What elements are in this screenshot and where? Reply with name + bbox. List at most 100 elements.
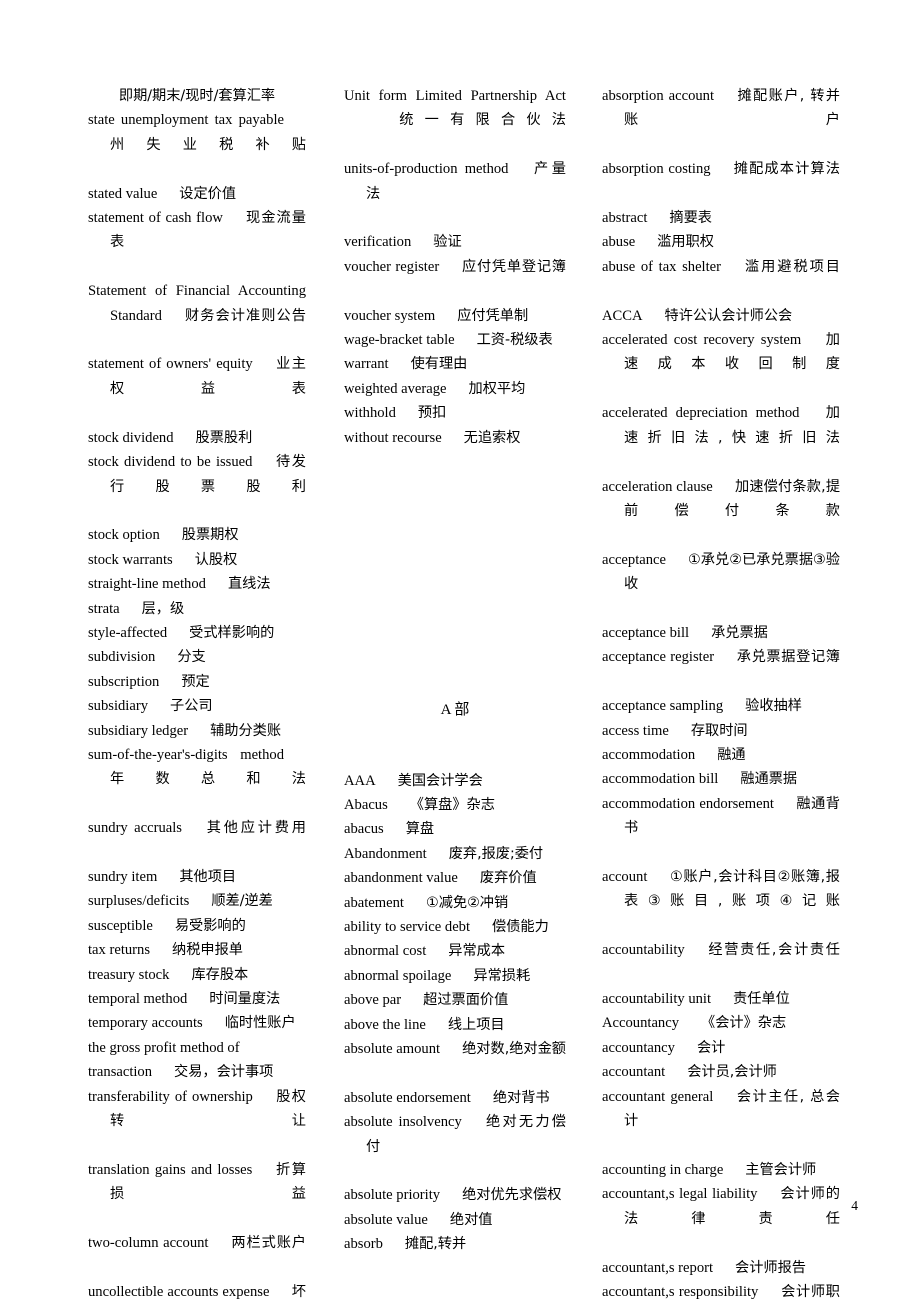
entry-translation: 责任单位 bbox=[733, 991, 790, 1008]
entry-term: acceptance sampling bbox=[602, 698, 724, 715]
glossary-entry: voucher register 应付凭单登记簿 bbox=[344, 255, 566, 304]
entry-translation: 滥用职权 bbox=[657, 234, 714, 251]
entry-term: absolute insolvency bbox=[344, 1114, 462, 1131]
entry-translation: 辅助分类账 bbox=[210, 722, 282, 739]
entry-term: absolute value bbox=[344, 1211, 428, 1228]
entry-translation: 使有理由 bbox=[410, 356, 468, 373]
glossary-entry: ability to service debt 偿债能力 bbox=[344, 915, 566, 939]
entry-term: subdivision bbox=[88, 649, 156, 666]
entry-term: subscription bbox=[88, 673, 160, 690]
entry-translation: 应付凭单制 bbox=[457, 307, 529, 324]
glossary-entry: abandonment value 废弃价值 bbox=[344, 866, 566, 890]
glossary-entry: ACCA 特许公认会计师公会 bbox=[602, 304, 840, 328]
entry-translation: 美国会计学会 bbox=[397, 772, 483, 789]
glossary-entry: weighted average 加权平均 bbox=[344, 377, 566, 401]
entry-translation: 会计 bbox=[696, 1039, 726, 1056]
entry-translation: 验证 bbox=[433, 234, 462, 251]
entry-term: absolute priority bbox=[344, 1187, 441, 1204]
glossary-entry: state unemployment tax payable 州失业税补贴 bbox=[88, 108, 306, 181]
glossary-entry: abnormal spoilage 异常损耗 bbox=[344, 964, 566, 988]
column-break-space bbox=[344, 450, 566, 698]
entry-term: abuse of tax shelter bbox=[602, 258, 721, 275]
entry-term: two-column account bbox=[88, 1235, 209, 1252]
section-heading: A 部 bbox=[440, 702, 470, 719]
entry-term: AAA bbox=[344, 772, 376, 789]
entry-translation: 层，级 bbox=[141, 600, 185, 617]
glossary-entry: wage-bracket table 工资-税级表 bbox=[344, 328, 566, 352]
glossary-entry: accountant general 会计主任, 总会计 bbox=[602, 1085, 840, 1158]
glossary-entry: subscription 预定 bbox=[88, 670, 306, 694]
glossary-entry: above the line 线上项目 bbox=[344, 1013, 566, 1037]
entry-term: acceleration clause bbox=[602, 478, 713, 495]
entry-translation: 交易，会计事项 bbox=[174, 1064, 274, 1081]
column-2-before-heading: Unit form Limited Partnership Act 统一有限合伙法… bbox=[344, 84, 566, 450]
glossary-column-3: absorption account 摊配账户, 转并账户 absorption c… bbox=[602, 84, 840, 1302]
entry-translation: 绝对数,绝对金额 bbox=[462, 1040, 566, 1057]
glossary-entry: above par 超过票面价值 bbox=[344, 988, 566, 1012]
entry-term: accountability unit bbox=[602, 991, 712, 1008]
entry-term: accelerated cost recovery system bbox=[602, 332, 802, 349]
entry-translation: 设定价值 bbox=[179, 185, 237, 202]
glossary-column-1: 即期/期末/现时/套算汇率 state unemployment tax paya… bbox=[88, 84, 306, 1302]
entry-term: wage-bracket table bbox=[344, 332, 455, 349]
glossary-column-2: Unit form Limited Partnership Act 统一有限合伙法… bbox=[344, 84, 566, 1257]
entry-term: straight-line method bbox=[88, 576, 206, 593]
three-column-layout: 即期/期末/现时/套算汇率 state unemployment tax paya… bbox=[88, 84, 848, 1302]
glossary-entry: AAA 美国会计学会 bbox=[344, 769, 566, 793]
entry-term: accountant,s legal liability bbox=[602, 1186, 758, 1203]
glossary-entry: without recourse 无追索权 bbox=[344, 426, 566, 450]
glossary-entry: abuse of tax shelter 滥用避税项目 bbox=[602, 255, 840, 304]
glossary-entry: accountant,s legal liability 会计师的法律责任 bbox=[602, 1182, 840, 1255]
entry-term: absorption account bbox=[602, 88, 715, 104]
entry-term: sundry item bbox=[88, 869, 158, 885]
entry-term: statement of cash flow bbox=[88, 210, 223, 227]
entry-term: stock option bbox=[88, 527, 160, 544]
entry-translation: 异常损耗 bbox=[473, 967, 531, 984]
glossary-entry: temporary accounts 临时性账户 bbox=[88, 1011, 306, 1035]
glossary-entry: statement of owners' equity 业主权益表 bbox=[88, 352, 306, 425]
entry-translation: 加权平均 bbox=[468, 380, 526, 397]
page-number: 4 bbox=[851, 1198, 858, 1213]
glossary-entry: accountant,s report 会计师报告 bbox=[602, 1256, 840, 1280]
entry-translation: 经营责任,会计责任 bbox=[706, 942, 840, 959]
glossary-entry: Accountancy 《会计》杂志 bbox=[602, 1011, 840, 1035]
glossary-entry: sum-of-the-year's-digits method 年数总和法 bbox=[88, 743, 306, 816]
entry-translation: 线上项目 bbox=[447, 1016, 505, 1033]
entry-term: account bbox=[602, 869, 648, 885]
entry-translation: ①减免②冲销 bbox=[425, 894, 509, 911]
entry-term: translation gains and losses bbox=[88, 1161, 253, 1178]
glossary-entry: the gross profit method of bbox=[88, 1036, 306, 1060]
glossary-entry: units-of-production method 产量法 bbox=[344, 157, 566, 230]
glossary-entry: temporal method 时间量度法 bbox=[88, 987, 306, 1011]
entry-translation: 其他项目 bbox=[179, 869, 237, 885]
entry-term: Accountancy bbox=[602, 1015, 679, 1032]
glossary-entry: absolute endorsement 绝对背书 bbox=[344, 1086, 566, 1110]
entry-term: ability to service debt bbox=[344, 918, 471, 935]
entry-translation: 股票期权 bbox=[181, 527, 239, 544]
entry-term: abstract bbox=[602, 210, 648, 227]
entry-term: susceptible bbox=[88, 917, 153, 934]
entry-term: accommodation bill bbox=[602, 771, 719, 788]
glossary-entry: absolute value 绝对值 bbox=[344, 1208, 566, 1232]
glossary-entry: voucher system 应付凭单制 bbox=[344, 304, 566, 328]
glossary-entry: accountant,s responsibility会计师职责 bbox=[602, 1280, 840, 1302]
entry-translation: 即期/期末/现时/套算汇率 bbox=[118, 88, 276, 104]
glossary-entry: stock warrants 认股权 bbox=[88, 548, 306, 572]
glossary-entry: treasury stock 库存股本 bbox=[88, 963, 306, 987]
entry-translation: 承兑票据登记簿 bbox=[736, 649, 840, 666]
entry-term: accountability bbox=[602, 942, 685, 959]
entry-term: accountant,s report bbox=[602, 1259, 714, 1276]
entry-translation: 废弃价值 bbox=[479, 870, 537, 887]
entry-translation: 两栏式账户 bbox=[230, 1235, 306, 1252]
entry-term: above par bbox=[344, 992, 402, 1009]
entry-translation: 应付凭单登记簿 bbox=[461, 258, 566, 275]
entry-term: acceptance bbox=[602, 551, 666, 568]
entry-term: accommodation bbox=[602, 746, 696, 763]
glossary-entry: absorption account 摊配账户, 转并账户 bbox=[602, 84, 840, 157]
entry-term: withhold bbox=[344, 405, 396, 422]
entry-translation: 顺差/逆差 bbox=[211, 893, 273, 910]
entry-term: warrant bbox=[344, 356, 389, 373]
entry-term: accountant,s responsibility bbox=[602, 1283, 759, 1300]
glossary-entry: accountant 会计员,会计师 bbox=[602, 1060, 840, 1084]
entry-term: sum-of-the-year's-digits method bbox=[88, 746, 284, 763]
